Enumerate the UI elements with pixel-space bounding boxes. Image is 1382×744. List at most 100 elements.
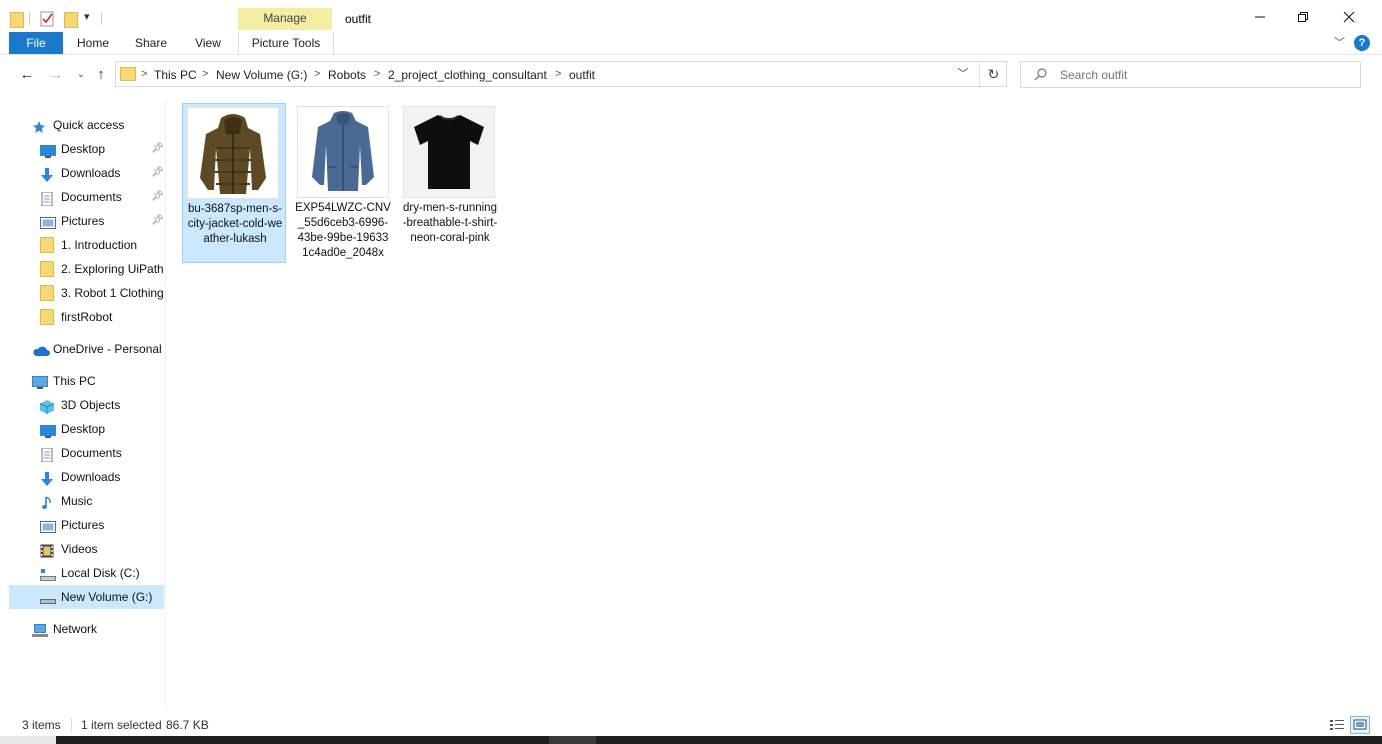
refresh-icon[interactable]: ↻: [979, 62, 1007, 86]
nav-item-label: This PC: [53, 374, 96, 388]
nav-pictures[interactable]: Pictures: [9, 513, 164, 537]
nav-item-label: Desktop: [61, 142, 106, 156]
new-folder-icon[interactable]: [64, 12, 78, 28]
nav-quick-access[interactable]: Quick access: [9, 113, 164, 137]
restore-button[interactable]: [1280, 0, 1326, 36]
nav-new-volume-g[interactable]: New Volume (G:): [9, 585, 164, 609]
nav-network[interactable]: Network: [9, 617, 164, 641]
item-count: 3 items: [22, 718, 61, 732]
customize-quick-access-icon[interactable]: ▾: [84, 10, 90, 23]
folder-icon: [40, 309, 54, 325]
nav-folder-introduction[interactable]: 1. Introduction: [9, 233, 164, 257]
nav-downloads-pinned[interactable]: Downloads 📌︎: [9, 161, 164, 185]
download-arrow-icon: [40, 470, 54, 486]
drive-icon: [40, 590, 56, 604]
star-icon: [32, 118, 46, 133]
nav-item-label: 3D Objects: [61, 398, 121, 412]
chevron-down-icon[interactable]: ﹀: [1334, 34, 1345, 50]
nav-documents[interactable]: Documents: [9, 441, 164, 465]
breadcrumb-this-pc[interactable]: This PC: [154, 68, 197, 82]
minimize-icon: [1255, 16, 1265, 18]
nav-item-label: Downloads: [61, 470, 121, 484]
breadcrumb-separator[interactable]: >: [202, 68, 208, 80]
nav-this-pc[interactable]: This PC: [9, 369, 164, 393]
network-icon: [32, 622, 48, 637]
drive-icon: [40, 566, 56, 581]
documents-icon: [40, 446, 54, 463]
breadcrumb-project-folder[interactable]: 2_project_clothing_consultant: [388, 68, 547, 82]
folder-icon: [40, 261, 54, 277]
back-arrow-icon[interactable]: ←: [16, 64, 38, 86]
up-arrow-icon[interactable]: ↑: [90, 64, 112, 86]
nav-onedrive[interactable]: OneDrive - Personal: [9, 337, 164, 361]
nav-downloads[interactable]: Downloads: [9, 465, 164, 489]
pin-icon[interactable]: 📌︎: [151, 161, 164, 185]
nav-item-label: Desktop: [61, 422, 106, 436]
computer-icon: [32, 374, 48, 389]
taskbar-active-app[interactable]: [549, 736, 596, 744]
file-name: bu-3687sp-men-s-city-jacket-cold-weather…: [187, 203, 283, 245]
help-button[interactable]: ?: [1354, 35, 1370, 51]
close-icon: [1343, 11, 1355, 23]
nav-item-label: Quick access: [53, 118, 125, 132]
properties-icon[interactable]: [40, 10, 56, 31]
cube-icon: [39, 398, 55, 414]
address-history-chevron-icon[interactable]: ﹀: [953, 62, 973, 86]
pin-icon[interactable]: 📌︎: [151, 209, 164, 233]
breadcrumb-outfit[interactable]: outfit: [569, 68, 595, 82]
tab-home[interactable]: Home: [70, 32, 116, 54]
large-icons-view-icon[interactable]: [1350, 716, 1370, 734]
nav-3d-objects[interactable]: 3D Objects: [9, 393, 164, 417]
breadcrumb-separator[interactable]: >: [141, 68, 147, 80]
nav-item-label: Network: [53, 622, 98, 636]
tab-view[interactable]: View: [185, 32, 231, 54]
taskbar-start-area[interactable]: [0, 736, 56, 744]
tab-file[interactable]: File: [9, 32, 63, 54]
pin-icon[interactable]: 📌︎: [151, 185, 164, 209]
close-button[interactable]: [1326, 0, 1372, 36]
nav-local-disk-c[interactable]: Local Disk (C:): [9, 561, 164, 585]
search-input[interactable]: [1060, 67, 1340, 83]
selection-size: 86.7 KB: [166, 718, 209, 732]
breadcrumb-robots[interactable]: Robots: [328, 68, 366, 82]
folder-icon: [40, 285, 54, 301]
breadcrumb-separator[interactable]: >: [314, 68, 320, 80]
breadcrumb-separator[interactable]: >: [374, 68, 380, 80]
tab-share[interactable]: Share: [128, 32, 174, 54]
details-view-icon[interactable]: [1327, 716, 1347, 734]
documents-icon: [40, 190, 54, 207]
windbreaker-thumbnail: [298, 107, 388, 197]
pin-icon[interactable]: 📌︎: [151, 137, 164, 161]
download-arrow-icon: [40, 166, 54, 182]
file-tile[interactable]: dry-men-s-running-breathable-t-shirt-neo…: [398, 103, 502, 263]
nav-item-label: Local Disk (C:): [61, 566, 140, 580]
divider: [29, 13, 30, 25]
nav-desktop[interactable]: Desktop: [9, 417, 164, 441]
nav-item-label: 1. Introduction: [61, 238, 138, 252]
nav-music[interactable]: Music: [9, 489, 164, 513]
nav-folder-exploring-uipath[interactable]: 2. Exploring UiPath: [9, 257, 164, 281]
nav-item-label: Documents: [61, 446, 122, 460]
nav-folder-firstrobot[interactable]: firstRobot: [9, 305, 164, 329]
nav-documents-pinned[interactable]: Documents 📌︎: [9, 185, 164, 209]
black-tshirt-thumbnail: [404, 107, 494, 197]
nav-desktop-pinned[interactable]: Desktop 📌︎: [9, 137, 164, 161]
file-tile[interactable]: EXP54LWZC-CNV_55d6ceb3-6996-43be-99be-19…: [291, 103, 395, 263]
recent-locations-chevron-icon[interactable]: ⌄: [70, 64, 92, 86]
forward-arrow-icon[interactable]: →: [45, 64, 67, 86]
window-title: outfit: [345, 12, 372, 26]
nav-pictures-pinned[interactable]: Pictures 📌︎: [9, 209, 164, 233]
breadcrumb-new-volume[interactable]: New Volume (G:): [216, 68, 307, 82]
minimize-button[interactable]: [1237, 0, 1283, 36]
tab-picture-tools[interactable]: Picture Tools: [238, 32, 334, 54]
nav-item-label: Music: [61, 494, 93, 508]
nav-videos[interactable]: Videos: [9, 537, 164, 561]
manage-contextual-tab[interactable]: Manage: [238, 8, 332, 30]
folder-icon: [40, 237, 54, 253]
desktop-icon: [40, 422, 56, 438]
nav-folder-robot-clothing[interactable]: 3. Robot 1 Clothing: [9, 281, 164, 305]
file-tile[interactable]: bu-3687sp-men-s-city-jacket-cold-weather…: [182, 103, 286, 263]
breadcrumb-separator[interactable]: >: [555, 68, 561, 80]
nav-item-label: OneDrive - Personal: [53, 342, 162, 356]
title-bar: [0, 0, 1382, 32]
